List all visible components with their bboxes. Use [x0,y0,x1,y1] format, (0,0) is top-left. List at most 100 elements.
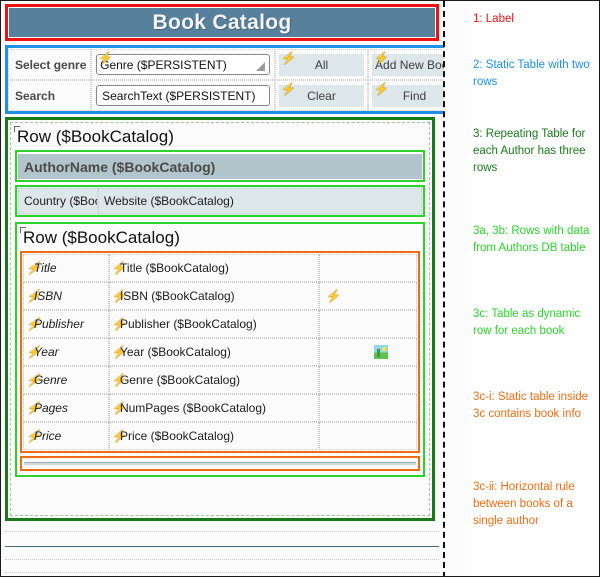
book-dynamic-row-table: Row ($BookCatalog) ⚡Title⚡Title ($BookCa… [15,222,425,477]
repeating-author-table: Row ($BookCatalog) AuthorName ($BookCata… [5,117,435,521]
find-button-cell: ⚡ Find [368,80,444,111]
book-field-value-cell: ⚡Genre ($BookCatalog) [109,366,319,394]
author-details-row: Country ($Boo Website ($BookCatalog) [15,185,425,217]
annotation-panel: 1: Label 2: Static Table with two rows 3: … [471,1,599,577]
book-field-extra-cell [319,422,417,450]
author-name-value: AuthorName ($BookCatalog) [24,159,215,175]
book-field-label: Genre [34,373,67,387]
book-field-label-cell: ⚡Title [23,254,109,282]
select-genre-label-cell: Select genre [8,49,91,80]
book-field-label: Pages [34,401,68,415]
annotation-label: 3c-i: Static table inside 3c contains bo… [473,389,597,423]
book-field-label: Title [34,261,57,275]
book-field-extra-cell [319,394,417,422]
book-field-value: Year ($BookCatalog) [120,345,231,359]
book-row-label: Row ($BookCatalog) [19,226,421,250]
bolt-icon: ⚡ [98,52,113,64]
add-new-book-button-cell: ⚡ Add New Book [368,49,444,80]
book-field-value: Genre ($BookCatalog) [120,373,240,387]
book-field-value: ISBN ($BookCatalog) [120,289,235,303]
toolbar-row-genre: Select genre ⚡ Genre ($PERSISTENT) ⚡ All [8,49,444,80]
book-field-value: Title ($BookCatalog) [120,261,229,275]
author-country-value: Country ($Boo [24,194,98,208]
book-field-value-cell: ⚡Price ($BookCatalog) [109,422,319,450]
table-row: ⚡ISBN⚡ISBN ($BookCatalog) ⚡ [23,282,417,310]
author-name-band: AuthorName ($BookCatalog) [18,154,422,179]
image-placeholder-icon [374,345,388,359]
search-input-cell: SearchText ($PERSISTENT) [91,80,275,111]
book-field-label: Price [34,429,61,443]
table-row: ⚡Genre⚡Genre ($BookCatalog) [23,366,417,394]
book-field-label-cell: ⚡Price [23,422,109,450]
book-field-label: ISBN [34,289,62,303]
annotation-label: 1: Label [473,11,597,28]
bolt-icon: ⚡ [374,52,389,64]
table-row: ⚡Title⚡Title ($BookCatalog) [23,254,417,282]
book-field-label: Publisher [34,317,84,331]
book-field-label-cell: ⚡Pages [23,394,109,422]
genre-select-value: Genre ($PERSISTENT) [100,58,227,72]
bolt-icon: ⚡ [281,83,296,95]
clear-button-cell: ⚡ Clear [275,80,368,111]
book-field-value-cell: ⚡Year ($BookCatalog) [109,338,319,366]
panel-divider [443,1,445,577]
book-field-label-cell: ⚡ISBN [23,282,109,310]
book-field-extra-cell [319,310,417,338]
table-row: ⚡Year⚡Year ($BookCatalog) [23,338,417,366]
annotation-label: 3a, 3b: Rows with data from Authors DB t… [473,223,597,257]
form-designer-canvas: Book Catalog Select genre ⚡ Genre ($PERS… [1,1,444,577]
author-website-cell: Website ($BookCatalog) [98,188,422,214]
bolt-icon: ⚡ [281,52,296,64]
clear-button-label: Clear [307,89,336,103]
footer-separator [5,546,439,547]
book-field-extra-cell [319,366,417,394]
book-separator-container [20,456,420,471]
book-field-value-cell: ⚡ISBN ($BookCatalog) [109,282,319,310]
book-field-value-cell: ⚡Title ($BookCatalog) [109,254,319,282]
book-field-value-cell: ⚡NumPages ($BookCatalog) [109,394,319,422]
page-title-container: Book Catalog [5,4,439,41]
bolt-icon: ⚡ [326,290,341,302]
find-button-label: Find [403,89,426,103]
footer-dotted-line-1 [5,531,439,532]
book-field-value: Price ($BookCatalog) [120,429,234,443]
genre-combo-cell: ⚡ Genre ($PERSISTENT) [91,49,275,80]
book-info-rows: ⚡Title⚡Title ($BookCatalog)⚡ISBN⚡ISBN ($… [23,254,417,450]
search-input-value: SearchText ($PERSISTENT) [102,89,255,103]
search-label: Search [15,89,55,103]
annotation-label: 2: Static Table with two rows [473,57,597,91]
static-toolbar-table: Select genre ⚡ Genre ($PERSISTENT) ⚡ All [5,45,444,114]
table-row: ⚡Price⚡Price ($BookCatalog) [23,422,417,450]
author-website-value: Website ($BookCatalog) [104,194,234,208]
all-button-label: All [315,58,328,72]
book-field-label-cell: ⚡Year [23,338,109,366]
book-field-value-cell: ⚡Publisher ($BookCatalog) [109,310,319,338]
book-field-value: NumPages ($BookCatalog) [120,401,266,415]
table-row: ⚡Publisher⚡Publisher ($BookCatalog) [23,310,417,338]
annotation-label: 3: Repeating Table for each Author has t… [473,126,597,177]
genre-select[interactable]: Genre ($PERSISTENT) [96,54,270,75]
screenshot-root: Book Catalog Select genre ⚡ Genre ($PERS… [0,0,600,577]
chevron-down-icon [256,62,265,71]
book-field-extra-cell [319,338,417,366]
author-name-row: AuthorName ($BookCatalog) [15,150,425,182]
bolt-icon: ⚡ [374,83,389,95]
toolbar-row-search: Search SearchText ($PERSISTENT) ⚡ Clear … [8,80,444,111]
book-field-label-cell: ⚡Publisher [23,310,109,338]
book-field-extra-cell: ⚡ [319,282,417,310]
annotation-label: 3c: Table as dynamic row for each book [473,306,597,340]
book-field-label-cell: ⚡Genre [23,366,109,394]
book-field-extra-cell [319,254,417,282]
book-field-value: Publisher ($BookCatalog) [120,317,257,331]
author-country-cell: Country ($Boo [18,188,98,214]
search-input[interactable]: SearchText ($PERSISTENT) [96,85,270,106]
footer-dotted-line-2 [5,559,439,560]
book-info-static-table: ⚡Title⚡Title ($BookCatalog)⚡ISBN⚡ISBN ($… [20,251,420,453]
repeating-author-table-inner: Row ($BookCatalog) AuthorName ($BookCata… [10,122,430,516]
book-field-label: Year [34,345,59,359]
all-button-cell: ⚡ All [275,49,368,80]
author-row-label: Row ($BookCatalog) [13,125,427,149]
horizontal-rule [24,462,416,465]
page-title: Book Catalog [153,11,292,35]
search-label-cell: Search [8,80,91,111]
